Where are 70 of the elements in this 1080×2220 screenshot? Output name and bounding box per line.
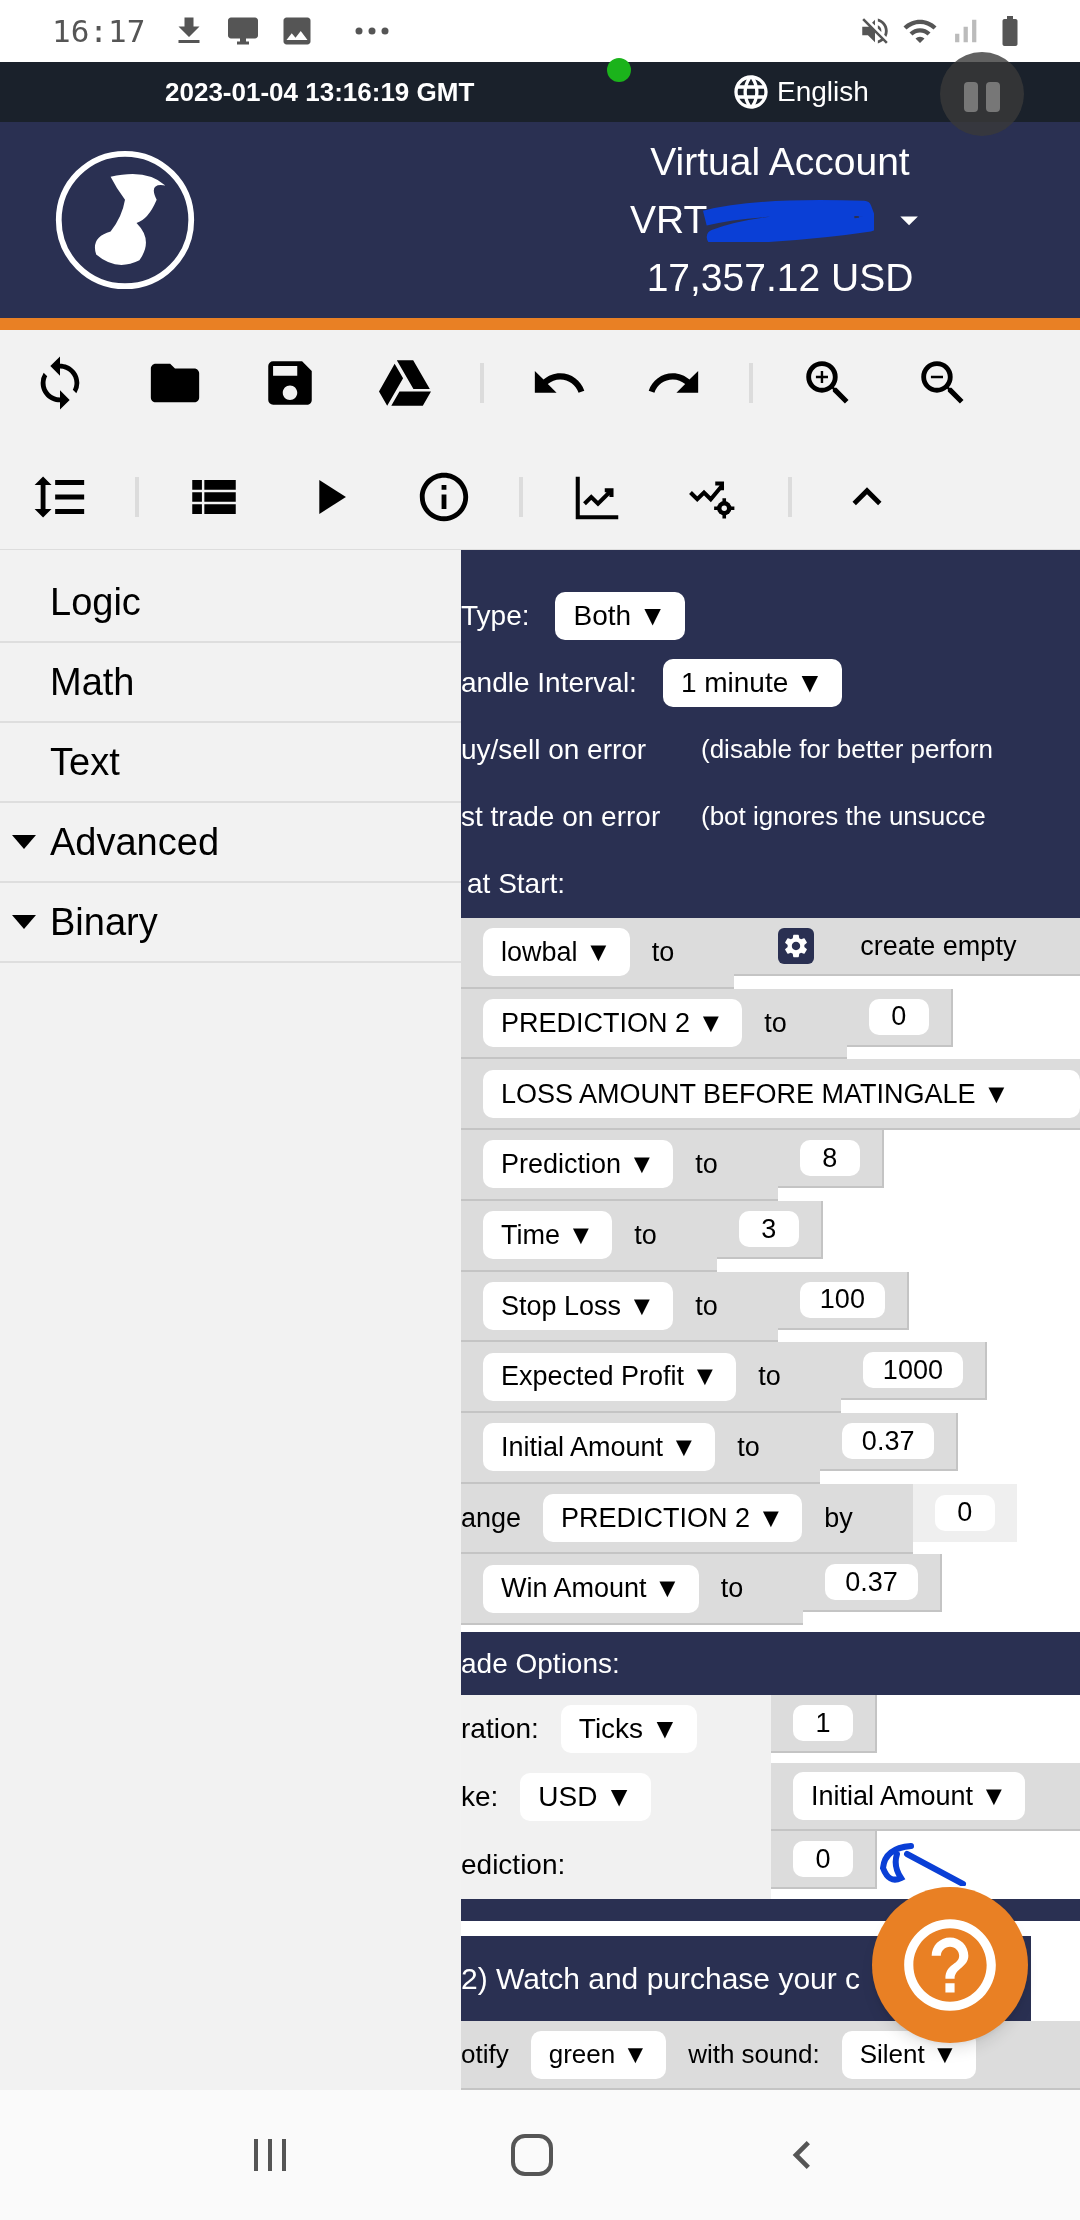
variable-dropdown[interactable]: Silent ▼ xyxy=(841,2030,976,2079)
keyword-label: to xyxy=(694,1148,719,1182)
keyword-label: to xyxy=(763,1006,788,1040)
account-title: Virtual Account xyxy=(650,139,910,185)
field-label: ediction: xyxy=(461,1848,566,1882)
category-label: Advanced xyxy=(50,819,219,865)
globe-icon[interactable] xyxy=(731,72,771,112)
keyword-label: to xyxy=(650,936,676,970)
expand-icon[interactable] xyxy=(12,835,36,849)
field-label: st trade on error xyxy=(461,799,662,834)
section-label: at Start: xyxy=(466,866,567,901)
number-field[interactable]: 0 xyxy=(793,1841,853,1877)
option-dropdown[interactable]: Ticks ▼ xyxy=(560,1705,697,1753)
number-field[interactable]: 3 xyxy=(738,1210,799,1247)
variable-dropdown[interactable]: PREDICTION 2 ▼ xyxy=(483,999,743,1048)
more-icon xyxy=(355,27,390,35)
field-label: andle Interval: xyxy=(461,665,637,700)
variable-dropdown[interactable]: LOSS AMOUNT BEFORE MATINGALE ▼ xyxy=(483,1069,1080,1118)
keyword-label: to xyxy=(694,1289,719,1323)
section-label: ade Options: xyxy=(461,1646,620,1681)
category-label: Math xyxy=(50,659,135,705)
account-id: VRT xyxy=(630,197,708,243)
option-dropdown[interactable]: USD ▼ xyxy=(520,1773,651,1821)
field-label: ke: xyxy=(461,1780,499,1814)
keyword-label: with sound: xyxy=(687,2038,821,2071)
keyword-label: to xyxy=(719,1572,745,1606)
variable-dropdown[interactable]: Time ▼ xyxy=(483,1211,613,1260)
clock-time: 16:17 xyxy=(52,11,146,51)
date-time: 2023-01-04 13:16:19 GMT xyxy=(165,75,476,109)
option-dropdown[interactable]: Both ▼ xyxy=(555,591,685,640)
hint-text: (disable for better perforn xyxy=(701,733,993,766)
keyword-label: to xyxy=(633,1218,658,1252)
home-icon[interactable] xyxy=(511,2134,553,2176)
keyword-label: ange xyxy=(461,1501,523,1535)
number-field[interactable]: 0 xyxy=(868,998,929,1035)
variable-dropdown[interactable]: green ▼ xyxy=(530,2030,667,2079)
option-dropdown[interactable]: 1 minute ▼ xyxy=(662,658,842,707)
number-field[interactable]: 8 xyxy=(799,1140,860,1177)
keyword-label: by xyxy=(823,1501,854,1535)
field-label: Type: xyxy=(461,598,530,633)
hint-text: (bot ignores the unsucce xyxy=(701,800,986,833)
number-field[interactable]: 0.37 xyxy=(841,1422,935,1459)
keyword-label: to xyxy=(736,1431,761,1464)
number-field[interactable]: 1 xyxy=(793,1705,853,1741)
settings-icon[interactable] xyxy=(778,928,815,964)
variable-dropdown[interactable]: Initial Amount ▼ xyxy=(793,1772,1026,1820)
field-label: ration: xyxy=(461,1712,539,1746)
account-balance: 17,357.12 USD xyxy=(646,255,914,301)
number-field[interactable]: 0 xyxy=(934,1494,995,1531)
number-field[interactable]: 1000 xyxy=(862,1352,963,1389)
block-label: create empty xyxy=(860,929,1017,963)
keyword-label: to xyxy=(757,1360,782,1394)
keyword-label: otify xyxy=(461,2038,510,2071)
variable-dropdown[interactable]: PREDICTION 2 ▼ xyxy=(543,1493,803,1542)
category-label: Text xyxy=(50,739,120,785)
variable-dropdown[interactable]: Initial Amount ▼ xyxy=(483,1423,716,1472)
expand-icon[interactable] xyxy=(12,915,36,929)
section-label: 2) Watch and purchase your c xyxy=(461,1961,861,1997)
category-label: Binary xyxy=(50,899,158,945)
field-label: uy/sell on error xyxy=(461,732,648,767)
variable-dropdown[interactable]: Win Amount ▼ xyxy=(483,1564,699,1613)
variable-dropdown[interactable]: Prediction ▼ xyxy=(483,1140,674,1189)
category-label: Logic xyxy=(50,579,141,625)
variable-dropdown[interactable]: Stop Loss ▼ xyxy=(483,1281,674,1330)
variable-dropdown[interactable]: Expected Profit ▼ xyxy=(483,1352,737,1401)
number-field[interactable]: 0.37 xyxy=(825,1564,918,1601)
number-field[interactable]: 100 xyxy=(799,1281,885,1318)
language-dropdown[interactable]: English xyxy=(777,75,869,109)
variable-dropdown[interactable]: lowbal ▼ xyxy=(483,928,630,977)
logo-icon xyxy=(53,148,197,292)
